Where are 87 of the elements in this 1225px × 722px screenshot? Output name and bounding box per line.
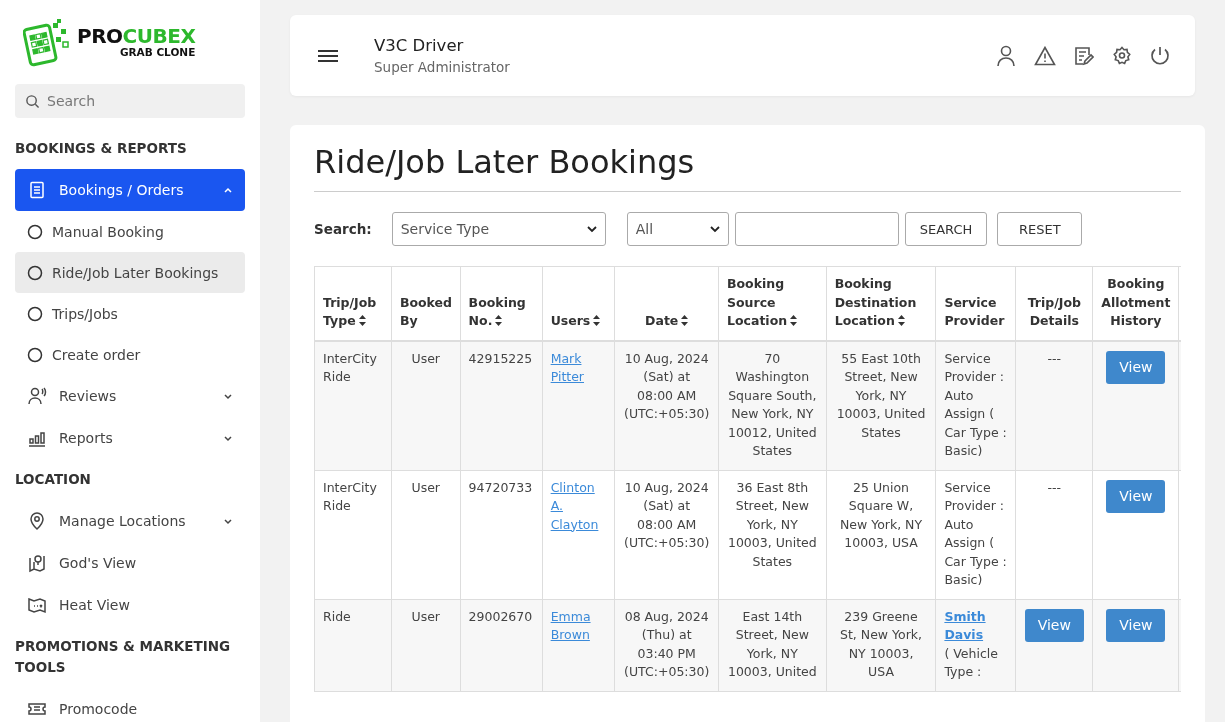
sort-icon xyxy=(495,315,503,326)
table-cell: 36 East 8th Street, New York, NY 10003, United States xyxy=(718,470,827,599)
sort-icon xyxy=(897,315,905,326)
view-button[interactable]: View xyxy=(1106,608,1166,642)
nav-item[interactable]: Bookings / Orders xyxy=(15,169,245,211)
table-cell: 94720733 xyxy=(460,470,543,599)
column-header: Booked By xyxy=(391,266,461,341)
column-header[interactable]: Date xyxy=(614,266,719,341)
table-cell: --- xyxy=(1015,340,1093,470)
circle-icon xyxy=(27,264,43,281)
column-header[interactable]: Booking No. xyxy=(460,266,543,341)
nav-item[interactable]: Promocode xyxy=(15,688,245,722)
column-header: Service Provider xyxy=(935,266,1016,341)
table-cell: 10 Aug, 2024 (Sat) at 08:00 AM (UTC:+05:30) xyxy=(614,470,719,599)
power-icon[interactable] xyxy=(1150,45,1170,66)
sort-icon xyxy=(593,315,601,326)
submenu-item[interactable]: Ride/Job Later Bookings xyxy=(15,252,245,293)
nav-item[interactable]: God's View xyxy=(15,542,245,584)
table-cell: 55 East 10th Street, New York, NY 10003, United States xyxy=(826,340,936,470)
column-header[interactable]: Trip/Job Type xyxy=(314,266,392,341)
mappin-icon xyxy=(27,553,47,573)
table-cell: User xyxy=(391,470,461,599)
section-heading: PROMOTIONS & MARKETING TOOLS xyxy=(15,637,232,677)
service-type-select[interactable]: Service Type xyxy=(391,212,606,246)
search-label: Search: xyxy=(314,221,372,237)
menu-icon[interactable] xyxy=(318,48,338,63)
document-icon xyxy=(27,180,47,200)
section-heading: LOCATION xyxy=(15,470,92,489)
submenu-item[interactable]: Manual Booking xyxy=(15,211,245,252)
table-cell: --- xyxy=(1015,470,1093,599)
nav-item[interactable]: Reviews xyxy=(15,375,245,417)
user-icon[interactable] xyxy=(996,44,1016,67)
section-heading: BOOKINGS & REPORTS xyxy=(15,139,188,158)
search-field[interactable]: Search xyxy=(15,84,245,118)
pin-icon xyxy=(27,511,47,531)
table-cell: 08 Aug, 2024 (Thu) at 03:40 PM (UTC:+05:30) xyxy=(614,599,719,691)
table-cell: 25 Union Square W, New York, NY 10003, USA xyxy=(826,470,936,599)
submenu-item[interactable]: Trips/Jobs xyxy=(15,293,245,334)
sort-icon xyxy=(358,315,366,326)
column-header: Trip/Job Details xyxy=(1015,266,1093,341)
table-cell: InterCity Ride xyxy=(314,470,392,599)
brand-name: PROCUBEX xyxy=(77,26,196,47)
table-cell: 10 Aug, 2024 (Sat) at 08:00 AM (UTC:+05:30) xyxy=(614,340,719,470)
reviewer-icon xyxy=(27,386,47,406)
table-cell: Ride xyxy=(314,599,392,691)
column-header[interactable]: Users xyxy=(542,266,615,341)
nav-item[interactable]: Reports xyxy=(15,417,245,459)
table-cell: User xyxy=(391,340,461,470)
search-icon xyxy=(25,94,40,109)
submenu-item[interactable]: Create order xyxy=(15,334,245,375)
map-icon xyxy=(27,595,47,615)
warning-icon[interactable] xyxy=(1034,45,1056,66)
table-cell: Service Provider : Auto Assign ( Car Type : Basic) xyxy=(935,470,1016,599)
column-header[interactable]: Booking Source Location xyxy=(718,266,827,341)
user-name: V3C Driver xyxy=(374,36,465,55)
circle-icon xyxy=(27,223,43,240)
filter-button[interactable]: RESET xyxy=(997,212,1083,246)
view-button[interactable]: View xyxy=(1106,350,1166,384)
caret-icon xyxy=(709,225,720,233)
provider-detail: ( Vehicle Type : xyxy=(944,644,999,681)
column-header[interactable]: Booking Destination Location xyxy=(826,266,936,341)
table-cell: 239 Greene St, New York, NY 10003, USA xyxy=(826,599,936,691)
table-cell: InterCity Ride xyxy=(314,340,392,470)
search-input[interactable] xyxy=(734,212,899,246)
table-cell: 70 Washington Square South, New York, NY 10012, United States xyxy=(718,340,827,470)
nav-item[interactable]: Manage Locations xyxy=(15,500,245,542)
view-button[interactable]: View xyxy=(1106,479,1166,513)
sort-icon xyxy=(790,315,798,326)
sort-icon xyxy=(681,315,689,326)
nav-item[interactable]: Heat View xyxy=(15,584,245,626)
page-title: Ride/Job Later Bookings xyxy=(314,143,1181,192)
circle-icon xyxy=(27,305,43,322)
table-cell: East 14th Street, New York, NY 10003, United xyxy=(718,599,827,691)
filter-button[interactable]: SEARCH xyxy=(904,212,988,246)
view-button[interactable]: View xyxy=(1024,608,1084,642)
filter-select[interactable]: All xyxy=(626,212,729,246)
user-role: Super Administrator xyxy=(374,59,511,75)
brand-tagline: GRAB CLONE xyxy=(119,47,196,58)
table-cell: 29002670 xyxy=(460,599,543,691)
column-header: Booking Allotment History xyxy=(1092,266,1179,341)
edit-note-icon[interactable] xyxy=(1074,45,1094,66)
table-cell: Service Provider : Auto Assign ( Car Type : Basic) xyxy=(935,340,1016,470)
table-cell: User xyxy=(391,599,461,691)
table-cell: 42915225 xyxy=(460,340,543,470)
circle-icon xyxy=(27,346,43,363)
caret-icon xyxy=(586,225,597,233)
settings-icon[interactable] xyxy=(1112,45,1132,66)
